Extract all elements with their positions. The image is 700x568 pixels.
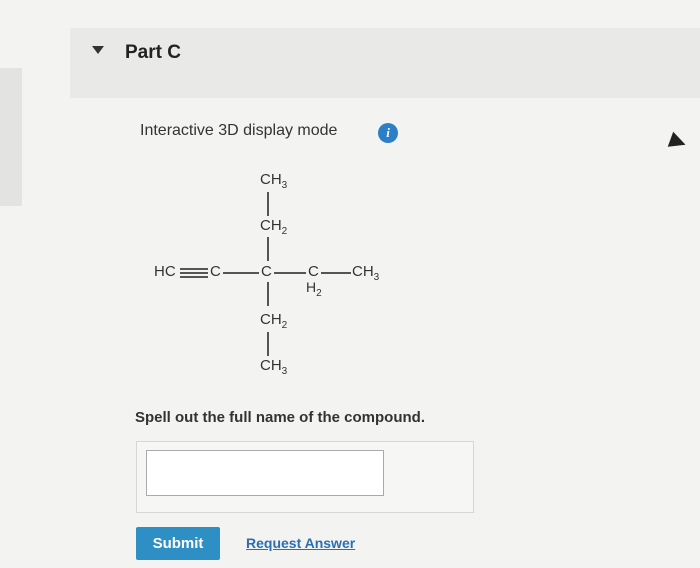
top-methyl: CH3 [260,171,288,191]
structural-formula: CH3 CH2 HC C C C H2 CH3 CH2 CH3 [140,160,440,390]
chain-end-methyl: CH3 [352,263,380,283]
triangle-down-icon[interactable] [92,46,104,54]
triple-bond-1 [180,268,208,270]
info-icon[interactable]: i [378,123,398,143]
triple-bond-3 [180,276,208,278]
bond-chain-end [321,272,351,274]
bottom-methylene: CH2 [260,311,288,331]
bond-bottom [267,332,269,356]
request-answer-link[interactable]: Request Answer [246,535,355,551]
display-mode-label: Interactive 3D display mode [140,122,338,139]
mouse-cursor-icon [667,131,689,153]
bond-center-bottom [267,282,269,306]
answer-input[interactable] [146,450,384,496]
alkyne-group: HC [154,263,176,280]
bond-alkyne-center [223,272,259,274]
center-carbon: C [261,263,272,280]
chain-carbon: C [308,263,319,280]
top-methylene: CH2 [260,217,288,237]
part-title[interactable]: Part C [125,42,181,64]
triple-bond-2 [180,272,208,274]
question-prompt: Spell out the full name of the compound. [135,409,425,426]
chain-hydrogens: H2 [306,279,322,299]
left-panel-edge [0,68,22,206]
bottom-methyl: CH3 [260,357,288,377]
bond-top-center [267,237,269,261]
submit-button[interactable]: Submit [136,527,220,560]
bond-top [267,192,269,216]
alkyne-carbon: C [210,263,221,280]
bond-center-chain [274,272,306,274]
